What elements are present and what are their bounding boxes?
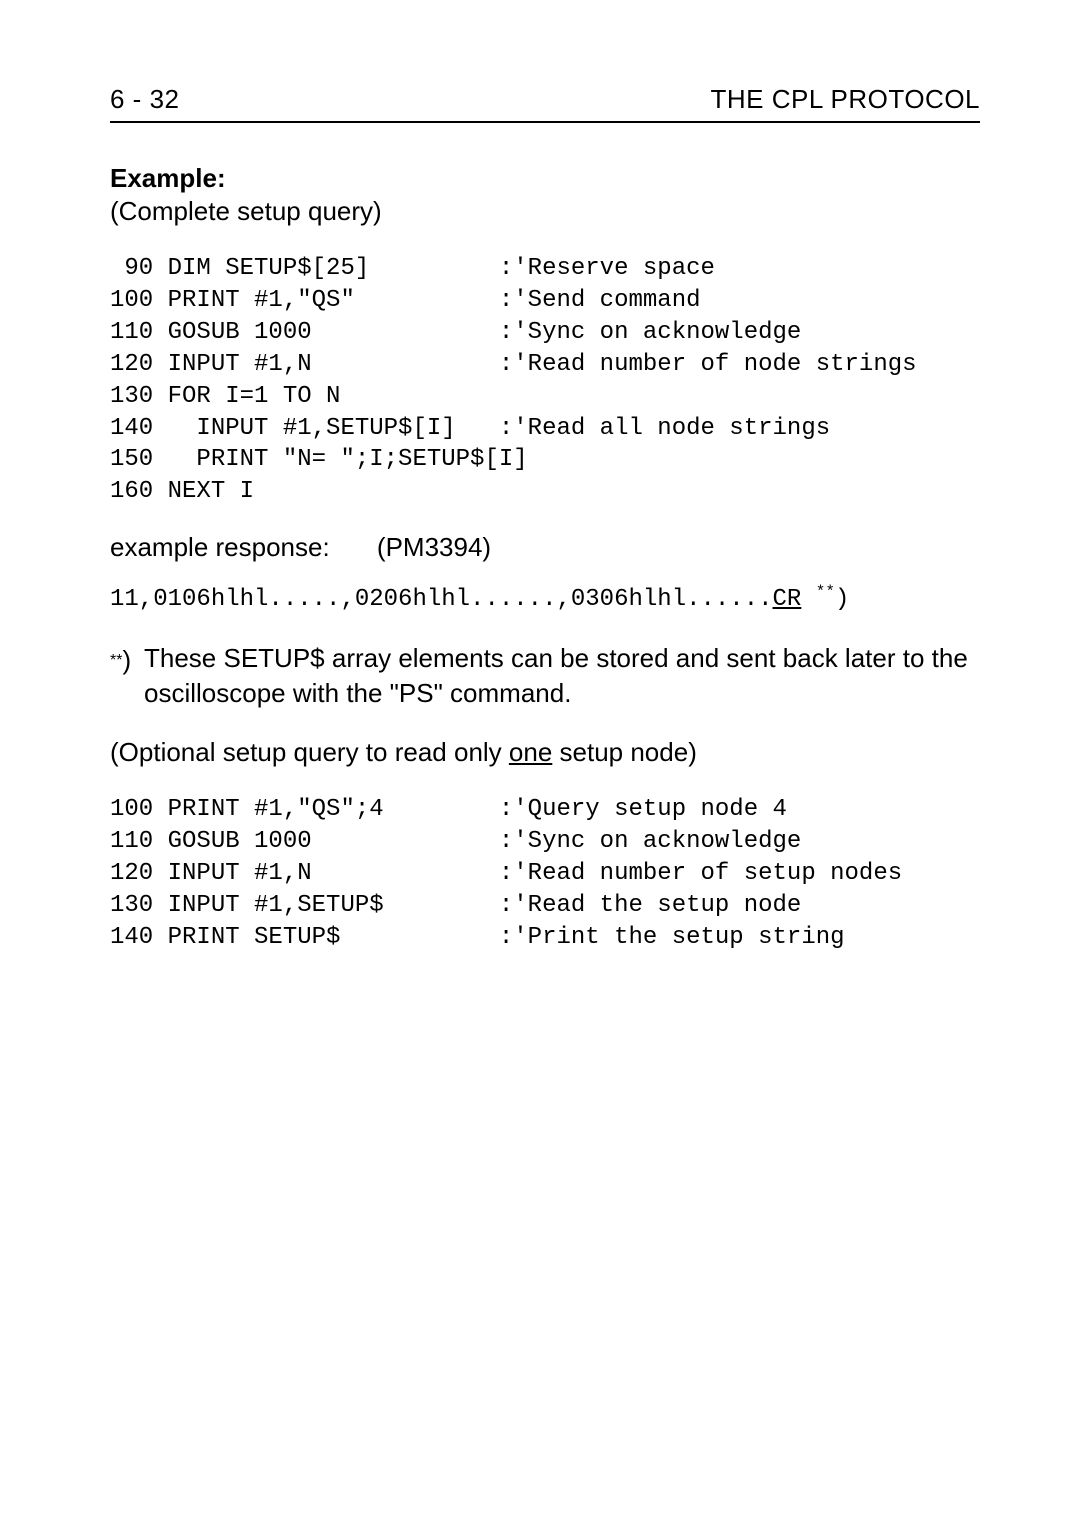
optional-underlined: one — [509, 737, 552, 767]
response-output: 11,0106hlhl.....,0206hlhl......,0306hlhl… — [110, 583, 980, 613]
optional-pre: (Optional setup query to read only — [110, 737, 509, 767]
example-subtitle: (Complete setup query) — [110, 196, 980, 227]
footnote-text: These SETUP$ array elements can be store… — [144, 641, 980, 711]
page-header: 6 - 32 THE CPL PROTOCOL — [110, 84, 980, 115]
page-container: 6 - 32 THE CPL PROTOCOL Example: (Comple… — [0, 0, 1080, 1529]
code-listing-2: 100 PRINT #1,"QS";4 :'Query setup node 4… — [110, 794, 980, 954]
response-label-line: example response: (PM3394) — [110, 532, 980, 563]
response-footnote-marker: ** — [816, 583, 835, 601]
footnote-marker: **) — [110, 641, 144, 711]
header-rule — [110, 121, 980, 123]
footnote-star: ** — [110, 652, 122, 669]
example-heading: Example: — [110, 163, 980, 194]
response-body: 11,0106hlhl.....,0206hlhl......,0306hlhl… — [110, 586, 773, 613]
response-model: (PM3394) — [377, 532, 491, 562]
page-number: 6 - 32 — [110, 84, 180, 115]
header-title: THE CPL PROTOCOL — [711, 84, 981, 115]
response-cr: CR — [773, 586, 802, 613]
optional-post: setup node) — [552, 737, 697, 767]
code-listing-1: 90 DIM SETUP$[25] :'Reserve space 100 PR… — [110, 253, 980, 508]
response-close-paren: ) — [835, 586, 849, 613]
optional-description: (Optional setup query to read only one s… — [110, 737, 980, 768]
footnote: **) These SETUP$ array elements can be s… — [110, 641, 980, 711]
footnote-paren: ) — [122, 645, 131, 675]
response-label: example response: — [110, 532, 330, 562]
